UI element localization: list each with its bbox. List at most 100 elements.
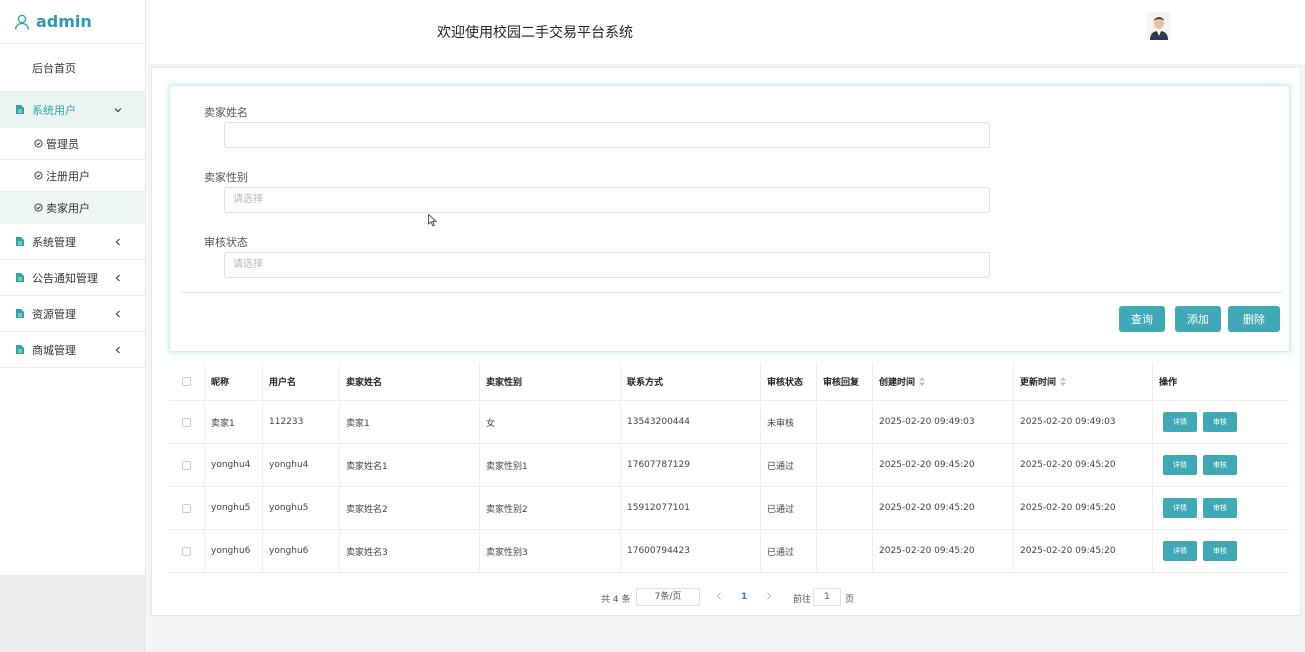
- cell-seller-gender: 卖家性别3: [480, 530, 621, 572]
- sidebar-item-system-users[interactable]: 系统用户: [0, 92, 145, 128]
- col-header-created[interactable]: 创建时间: [873, 363, 1014, 400]
- audit-button[interactable]: 审核: [1203, 455, 1237, 475]
- row-checkbox[interactable]: [182, 417, 191, 427]
- cell-seller-gender: 卖家性别1: [480, 444, 621, 486]
- chevron-left-icon[interactable]: [714, 591, 724, 601]
- row-checkbox[interactable]: [182, 503, 191, 513]
- table-header-row: 昵称 用户名 卖家姓名 卖家性别 联系方式 审核状态 审核回复 创建时间 更新时…: [169, 363, 1290, 401]
- sidebar-item-system-management[interactable]: 系统管理: [0, 224, 145, 260]
- sidebar-item-home[interactable]: 后台首页: [0, 44, 145, 92]
- check-circle-icon: [34, 139, 43, 148]
- col-header-actions: 操作: [1159, 378, 1178, 388]
- row-checkbox[interactable]: [182, 460, 191, 470]
- col-header-updated-label: 更新时间: [1020, 378, 1057, 388]
- cell-audit-status: 已通过: [761, 444, 817, 486]
- cell-nick: yonghu4: [205, 444, 263, 486]
- query-button[interactable]: 查询: [1119, 306, 1165, 332]
- cell-username: 112233: [263, 401, 340, 443]
- goto-label: 前往: [793, 595, 812, 605]
- sidebar-item-label: 系统管理: [32, 235, 76, 249]
- detail-button[interactable]: 详情: [1163, 498, 1197, 518]
- page-number-current[interactable]: 1: [741, 592, 747, 602]
- avatar[interactable]: [1147, 12, 1171, 40]
- row-checkbox-cell: [169, 487, 205, 529]
- cell-actions: 详情 审核: [1153, 444, 1290, 486]
- detail-button[interactable]: 详情: [1163, 455, 1197, 475]
- col-header-seller-gender: 卖家性别: [480, 363, 621, 400]
- brand: admin: [0, 0, 145, 44]
- chevron-left-icon: [115, 310, 120, 317]
- sort-icon[interactable]: [1060, 377, 1067, 386]
- chevron-left-icon: [115, 274, 120, 281]
- cell-username: yonghu6: [263, 530, 340, 572]
- cell-seller-name: 卖家姓名3: [340, 530, 480, 572]
- cell-phone: 13543200444: [621, 401, 761, 443]
- check-circle-icon: [34, 171, 43, 180]
- seller-gender-label: 卖家性别: [204, 171, 248, 184]
- cell-seller-gender: 卖家性别2: [480, 487, 621, 529]
- table-row: yonghu6 yonghu6 卖家姓名3 卖家性别3 17600794423 …: [169, 530, 1290, 573]
- cell-updated: 2025-02-20 09:49:03: [1014, 401, 1153, 443]
- page-size-select[interactable]: 7条/页: [636, 588, 700, 606]
- sidebar-subitem-label: 卖家用户: [46, 201, 90, 215]
- row-checkbox[interactable]: [182, 546, 191, 556]
- sidebar-item-mall[interactable]: 商城管理: [0, 332, 145, 368]
- document-icon: [16, 345, 24, 354]
- document-icon: [16, 273, 24, 282]
- content-area: 卖家姓名 卖家性别 请选择 审核状态 请选择 查询 添加 删除 昵称 用户名 卖…: [147, 64, 1305, 652]
- sidebar-subitem-registered-users[interactable]: 注册用户: [0, 160, 145, 192]
- sidebar-subitem-admins[interactable]: 管理员: [0, 128, 145, 160]
- col-header-updated[interactable]: 更新时间: [1014, 363, 1153, 400]
- goto-page-input[interactable]: 1: [813, 588, 841, 606]
- sidebar-subitem-seller-users[interactable]: 卖家用户: [0, 192, 145, 224]
- audit-button[interactable]: 审核: [1203, 498, 1237, 518]
- table-row: yonghu4 yonghu4 卖家姓名1 卖家性别1 17607787129 …: [169, 444, 1290, 487]
- cell-nick: 卖家1: [205, 401, 263, 443]
- audit-button[interactable]: 审核: [1203, 412, 1237, 432]
- document-icon: [16, 105, 24, 114]
- cell-seller-gender: 女: [480, 401, 621, 443]
- select-all-cell: [169, 363, 205, 400]
- check-circle-icon: [34, 203, 43, 212]
- audit-button[interactable]: 审核: [1203, 541, 1237, 561]
- chevron-right-icon[interactable]: [764, 591, 774, 601]
- sort-icon[interactable]: [919, 377, 926, 386]
- document-icon: [16, 309, 24, 318]
- cell-audit-reply: [817, 401, 873, 443]
- cell-actions: 详情 审核: [1153, 530, 1290, 572]
- chevron-left-icon: [115, 238, 120, 245]
- cell-audit-reply: [817, 530, 873, 572]
- delete-button[interactable]: 删除: [1228, 306, 1280, 332]
- row-checkbox-cell: [169, 444, 205, 486]
- sidebar-item-label: 后台首页: [32, 61, 76, 75]
- page-title: 欢迎使用校园二手交易平台系统: [437, 25, 633, 41]
- mouse-cursor-icon: [428, 214, 437, 227]
- sidebar-item-announcements[interactable]: 公告通知管理: [0, 260, 145, 296]
- seller-name-input[interactable]: [224, 122, 990, 148]
- cell-phone: 15912077101: [621, 487, 761, 529]
- sidebar-subitem-label: 注册用户: [46, 169, 90, 183]
- audit-status-select[interactable]: 请选择: [224, 252, 990, 278]
- sidebar-item-resources[interactable]: 资源管理: [0, 296, 145, 332]
- select-all-checkbox[interactable]: [182, 377, 191, 386]
- cell-updated: 2025-02-20 09:45:20: [1014, 530, 1153, 572]
- cell-created: 2025-02-20 09:45:20: [873, 444, 1014, 486]
- audit-status-label: 审核状态: [204, 236, 248, 249]
- cell-updated: 2025-02-20 09:45:20: [1014, 444, 1153, 486]
- add-button[interactable]: 添加: [1175, 306, 1221, 332]
- detail-button[interactable]: 详情: [1163, 412, 1197, 432]
- cell-seller-name: 卖家姓名2: [340, 487, 480, 529]
- sidebar-item-label: 系统用户: [32, 103, 76, 117]
- detail-button[interactable]: 详情: [1163, 541, 1197, 561]
- page-card: 卖家姓名 卖家性别 请选择 审核状态 请选择 查询 添加 删除 昵称 用户名 卖…: [151, 67, 1301, 616]
- chevron-down-icon: [114, 107, 122, 112]
- brand-name: admin: [36, 12, 92, 31]
- divider: [180, 292, 1282, 293]
- user-icon: [14, 14, 30, 30]
- row-checkbox-cell: [169, 401, 205, 443]
- sidebar-item-label: 资源管理: [32, 307, 76, 321]
- seller-gender-select[interactable]: 请选择: [224, 187, 990, 213]
- table-row: 卖家1 112233 卖家1 女 13543200444 未审核 2025-02…: [169, 401, 1290, 444]
- goto-unit-label: 页: [845, 595, 855, 605]
- col-header-audit-reply: 审核回复: [817, 363, 873, 400]
